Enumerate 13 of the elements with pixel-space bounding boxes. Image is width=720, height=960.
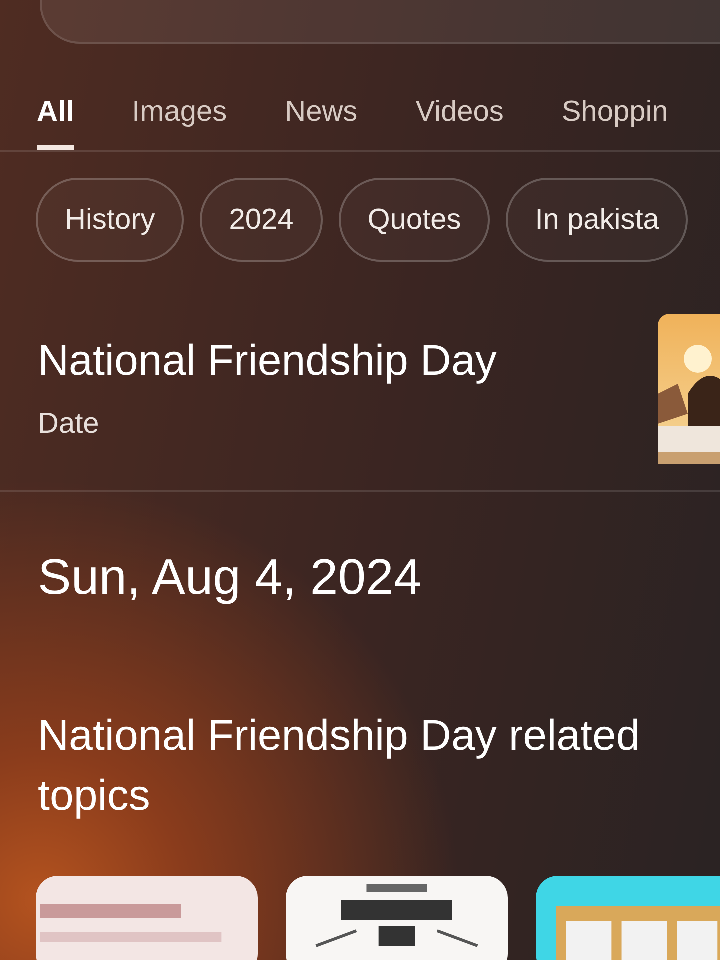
search-tab[interactable]: Videos [416, 96, 504, 150]
result-subtitle: Date [38, 408, 100, 441]
search-tab[interactable]: All [37, 96, 74, 150]
filter-chip[interactable]: History [36, 178, 184, 262]
section-heading: National Friendship Day related topics [37, 711, 642, 822]
answer-date: Sun, Aug 4, 2024 [37, 548, 423, 606]
result-title[interactable]: National Friendship Day [38, 337, 497, 386]
filter-chip[interactable]: 2024 [200, 178, 323, 262]
search-tab[interactable]: Images [132, 96, 228, 150]
search-tab[interactable]: News [285, 96, 358, 150]
filter-chip[interactable]: In pakista [506, 178, 688, 262]
search-tab[interactable]: Shoppin [562, 96, 668, 150]
filter-chip[interactable]: Quotes [338, 178, 490, 262]
